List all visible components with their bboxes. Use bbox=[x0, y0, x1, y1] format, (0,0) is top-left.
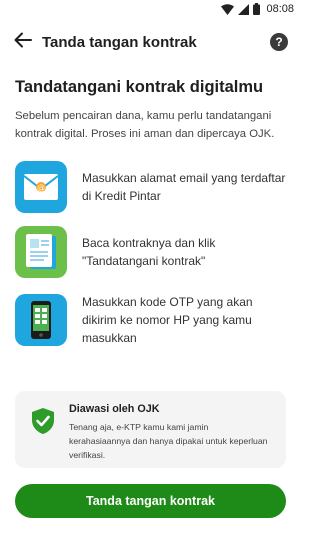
shield-check-icon bbox=[31, 407, 57, 468]
section-heading: Tandatangani kontrak digitalmu bbox=[15, 78, 264, 96]
step-item-otp: Masukkan kode OTP yang akan dikirim ke n… bbox=[15, 293, 290, 347]
ojk-card-title: Diawasi oleh OJK bbox=[69, 403, 160, 415]
ojk-info-card: Diawasi oleh OJK Tenang aja, e-KTP kamu … bbox=[15, 391, 286, 468]
step-text: Masukkan alamat email yang terdaftar di … bbox=[82, 171, 286, 203]
wifi-icon bbox=[221, 3, 235, 15]
app-bar: Tanda tangan kontrak ? bbox=[0, 28, 300, 56]
page-title: Tanda tangan kontrak bbox=[42, 33, 197, 51]
step-item-contract: Baca kontraknya dan klik "Tandatangani k… bbox=[15, 226, 290, 278]
status-time: 08:08 bbox=[266, 3, 294, 15]
battery-icon bbox=[253, 3, 261, 15]
step-text: Masukkan kode OTP yang akan dikirim ke n… bbox=[82, 295, 253, 345]
email-envelope-icon: @ bbox=[15, 161, 67, 213]
step-text: Baca kontraknya dan klik "Tandatangani k… bbox=[82, 236, 216, 268]
ojk-card-description: Tenang aja, e-KTP kamu kami jamin keraha… bbox=[69, 422, 268, 460]
intro-text: Sebelum pencairan dana, kamu perlu tanda… bbox=[15, 110, 275, 140]
sign-contract-button[interactable]: Tanda tangan kontrak bbox=[15, 484, 286, 518]
status-bar: 08:08 bbox=[0, 0, 300, 18]
document-icon bbox=[15, 226, 67, 278]
arrow-left-icon bbox=[14, 32, 32, 53]
phone-otp-icon bbox=[15, 294, 67, 346]
back-button[interactable] bbox=[12, 31, 34, 53]
svg-text:@: @ bbox=[37, 183, 45, 192]
help-button[interactable]: ? bbox=[270, 33, 288, 51]
signal-icon bbox=[238, 3, 250, 15]
step-item-email: @ Masukkan alamat email yang terdaftar d… bbox=[15, 161, 290, 213]
